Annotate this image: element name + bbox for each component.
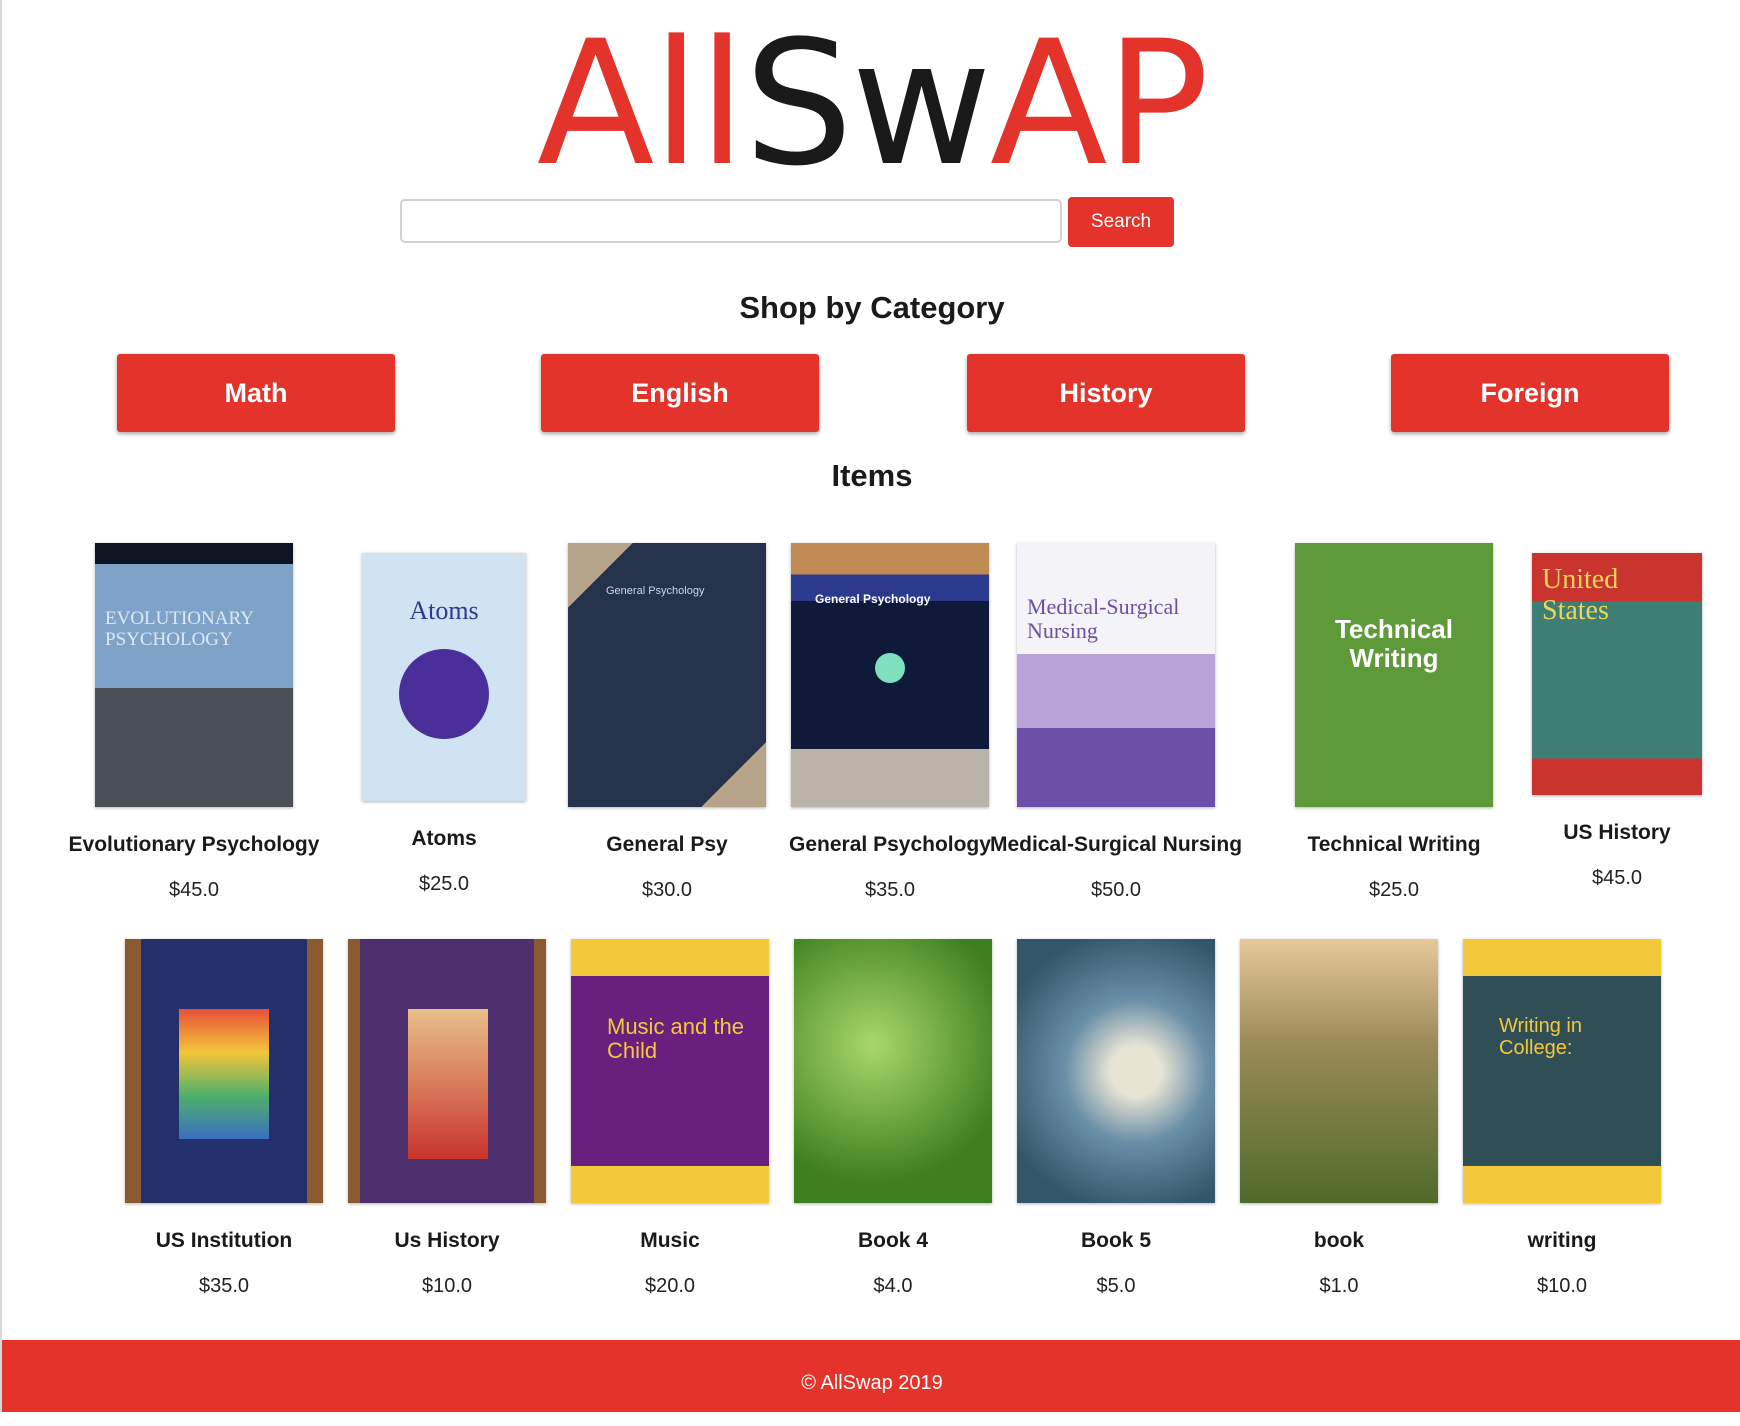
item-card[interactable]: General Psychology General Psychology $3… <box>760 543 1020 902</box>
category-foreign-button[interactable]: Foreign <box>1391 354 1669 432</box>
item-price: $25.0 <box>418 873 470 895</box>
item-card[interactable]: Writing in College: writing $10.0 <box>1432 939 1692 1298</box>
item-title[interactable]: US Institution <box>94 1229 354 1253</box>
item-card[interactable]: Music and the Child Music $20.0 <box>540 939 800 1298</box>
item-title[interactable]: Book 4 <box>763 1229 1023 1253</box>
item-price: $35.0 <box>864 879 916 901</box>
liberty-rainbow-graphic <box>179 1009 269 1139</box>
search-button[interactable]: Search <box>1068 197 1174 247</box>
item-title[interactable]: General Psy <box>537 833 797 857</box>
item-price: $4.0 <box>873 1275 913 1297</box>
item-price: $50.0 <box>1090 879 1142 901</box>
item-title[interactable]: US History <box>1487 821 1740 845</box>
item-price: $45.0 <box>168 879 220 901</box>
item-card[interactable]: Book 4 $4.0 <box>763 939 1023 1298</box>
shop-by-category-heading: Shop by Category <box>739 290 1005 325</box>
item-cover-image[interactable] <box>1240 939 1438 1203</box>
item-cover-image[interactable] <box>794 939 992 1203</box>
item-cover-image[interactable]: Music and the Child <box>571 939 769 1203</box>
logo-part-sw: Sw <box>744 3 992 204</box>
item-title[interactable]: Us History <box>317 1229 577 1253</box>
item-cover-image[interactable]: Writing in College: <box>1463 939 1661 1203</box>
logo-part-ap: AP <box>989 3 1209 204</box>
item-title[interactable]: Technical Writing <box>1264 833 1524 857</box>
item-title[interactable]: Evolutionary Psychology <box>64 833 324 857</box>
item-title[interactable]: General Psychology <box>760 833 1020 857</box>
item-price: $25.0 <box>1368 879 1420 901</box>
item-price: $30.0 <box>641 879 693 901</box>
items-heading: Items <box>831 458 913 493</box>
item-cover-image[interactable] <box>125 939 323 1203</box>
item-price: $10.0 <box>1536 1275 1588 1297</box>
item-cover-image[interactable]: General Psychology <box>568 543 766 807</box>
item-cover-image[interactable]: United States <box>1532 553 1702 795</box>
item-cover-image[interactable]: General Psychology <box>791 543 989 807</box>
item-title[interactable]: Music <box>540 1229 800 1253</box>
search-input[interactable] <box>400 199 1062 243</box>
item-card[interactable]: Atoms Atoms $25.0 <box>314 543 574 896</box>
item-cover-image[interactable]: Medical-Surgical Nursing <box>1017 543 1215 807</box>
category-english-button[interactable]: English <box>541 354 819 432</box>
item-card[interactable]: United States US History $45.0 <box>1487 543 1740 890</box>
item-card[interactable]: Medical-Surgical Nursing Medical-Surgica… <box>986 543 1246 902</box>
item-card[interactable]: Us History $10.0 <box>317 939 577 1298</box>
category-history-button[interactable]: History <box>967 354 1245 432</box>
item-price: $1.0 <box>1319 1275 1359 1297</box>
item-title[interactable]: book <box>1209 1229 1469 1253</box>
item-title[interactable]: Book 5 <box>986 1229 1246 1253</box>
item-price: $20.0 <box>644 1275 696 1297</box>
atom-graphic-icon <box>399 649 489 739</box>
item-title[interactable]: Medical-Surgical Nursing <box>986 833 1246 857</box>
item-title[interactable]: writing <box>1432 1229 1692 1253</box>
item-card[interactable]: General Psychology General Psy $30.0 <box>537 543 797 902</box>
item-card[interactable]: EVOLUTIONARY PSYCHOLOGY Evolutionary Psy… <box>64 543 324 902</box>
item-card[interactable]: Book 5 $5.0 <box>986 939 1246 1298</box>
item-cover-image[interactable]: EVOLUTIONARY PSYCHOLOGY <box>95 543 293 807</box>
item-cover-image[interactable]: Technical Writing <box>1295 543 1493 807</box>
item-cover-image[interactable]: Atoms <box>362 553 526 801</box>
item-card[interactable]: book $1.0 <box>1209 939 1469 1298</box>
category-math-button[interactable]: Math <box>117 354 395 432</box>
allswap-logo: AllSwAP <box>2 18 1740 190</box>
item-card[interactable]: Technical Writing Technical Writing $25.… <box>1264 543 1524 902</box>
item-price: $10.0 <box>421 1275 473 1297</box>
footer-copyright: © AllSwap 2019 <box>801 1372 943 1394</box>
item-price: $35.0 <box>198 1275 250 1297</box>
footer: © AllSwap 2019 <box>2 1340 1740 1412</box>
flag-graphic <box>408 1009 488 1159</box>
item-cover-image[interactable] <box>348 939 546 1203</box>
item-cover-image[interactable] <box>1017 939 1215 1203</box>
item-title[interactable]: Atoms <box>314 827 574 851</box>
item-price: $45.0 <box>1591 867 1643 889</box>
brain-glow-icon <box>875 653 905 683</box>
item-price: $5.0 <box>1096 1275 1136 1297</box>
item-card[interactable]: US Institution $35.0 <box>94 939 354 1298</box>
logo-part-all: All <box>536 3 746 204</box>
